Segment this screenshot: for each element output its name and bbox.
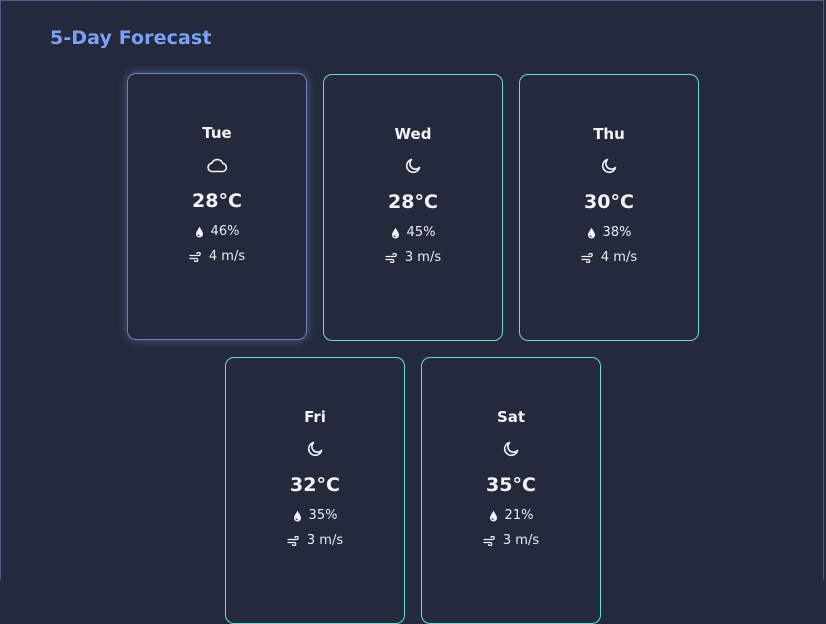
humidity-value: 21% bbox=[504, 508, 534, 523]
humidity-value: 45% bbox=[406, 225, 436, 240]
day-label: Sat bbox=[496, 408, 526, 426]
temperature: 28°C bbox=[388, 191, 438, 213]
wind-icon bbox=[581, 252, 594, 263]
wind-icon bbox=[483, 535, 496, 546]
day-label: Thu bbox=[593, 125, 625, 143]
forecast-card-fri[interactable]: Fri 32°C 35% 3 m/s bbox=[225, 357, 405, 624]
forecast-card-tue[interactable]: Tue 28°C 46% 4 m/s bbox=[127, 73, 307, 340]
wind-row: 3 m/s bbox=[422, 533, 600, 548]
droplet-icon bbox=[293, 510, 302, 522]
day-label: Tue bbox=[202, 124, 232, 142]
day-label: Fri bbox=[304, 408, 326, 426]
droplet-icon bbox=[587, 227, 596, 239]
wind-value: 4 m/s bbox=[600, 250, 638, 265]
droplet-icon bbox=[489, 510, 498, 522]
humidity-row: 35% bbox=[226, 508, 404, 523]
droplet-icon bbox=[391, 227, 400, 239]
forecast-card-sat[interactable]: Sat 35°C 21% 3 m/s bbox=[421, 357, 601, 624]
wind-value: 3 m/s bbox=[404, 250, 442, 265]
wind-row: 4 m/s bbox=[128, 249, 306, 264]
humidity-row: 38% bbox=[520, 225, 698, 240]
moon-icon bbox=[401, 155, 425, 177]
moon-icon bbox=[597, 155, 621, 177]
humidity-value: 38% bbox=[602, 225, 632, 240]
humidity-row: 21% bbox=[422, 508, 600, 523]
humidity-row: 46% bbox=[128, 224, 306, 239]
moon-icon bbox=[499, 438, 523, 460]
moon-icon bbox=[303, 438, 327, 460]
forecast-card-thu[interactable]: Thu 30°C 38% 4 m/s bbox=[519, 74, 699, 341]
wind-value: 4 m/s bbox=[208, 249, 246, 264]
humidity-value: 46% bbox=[210, 224, 240, 239]
wind-row: 3 m/s bbox=[226, 533, 404, 548]
temperature: 30°C bbox=[584, 191, 634, 213]
temperature: 35°C bbox=[486, 474, 536, 496]
cloud-icon bbox=[205, 154, 229, 176]
temperature: 28°C bbox=[192, 190, 242, 212]
page-title: 5-Day Forecast bbox=[50, 27, 212, 49]
humidity-value: 35% bbox=[308, 508, 338, 523]
wind-icon bbox=[189, 251, 202, 262]
day-label: Wed bbox=[394, 125, 432, 143]
droplet-icon bbox=[195, 226, 204, 238]
wind-row: 4 m/s bbox=[520, 250, 698, 265]
temperature: 32°C bbox=[290, 474, 340, 496]
wind-row: 3 m/s bbox=[324, 250, 502, 265]
forecast-card-wed[interactable]: Wed 28°C 45% 3 m/s bbox=[323, 74, 503, 341]
wind-icon bbox=[287, 535, 300, 546]
humidity-row: 45% bbox=[324, 225, 502, 240]
wind-icon bbox=[385, 252, 398, 263]
wind-value: 3 m/s bbox=[306, 533, 344, 548]
wind-value: 3 m/s bbox=[502, 533, 540, 548]
